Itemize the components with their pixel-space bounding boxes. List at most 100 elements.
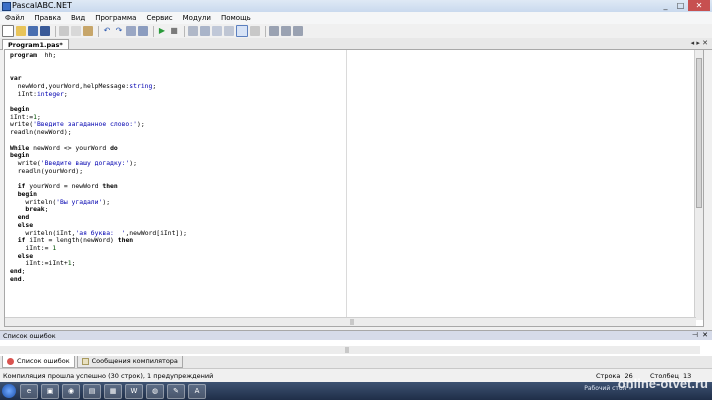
code-line[interactable]: readln(newWord);: [10, 128, 187, 137]
code-line[interactable]: [10, 60, 187, 68]
taskbar-pascal-icon[interactable]: A: [188, 383, 206, 399]
code-token: ;: [44, 205, 49, 214]
taskbar-app-icon[interactable]: ▦: [104, 383, 122, 399]
toolbar-separator: [153, 25, 154, 37]
window-title: PascalABC.NET: [12, 1, 72, 10]
layout-icon[interactable]: [281, 26, 291, 36]
type-token: integer: [36, 89, 64, 98]
taskbar-app-icon[interactable]: ▤: [83, 383, 101, 399]
tab-error-list-label: Список ошибок: [17, 357, 70, 365]
save-icon[interactable]: [28, 26, 38, 36]
step-into-icon[interactable]: [224, 26, 234, 36]
paste-icon[interactable]: [83, 26, 93, 36]
start-button[interactable]: [2, 384, 16, 398]
open-icon[interactable]: [16, 26, 26, 36]
minimize-button[interactable]: _: [658, 0, 673, 11]
code-token: .: [21, 274, 26, 283]
menu-program[interactable]: Программа: [90, 14, 141, 22]
toolbar: ↶ ↷ ▶ ■: [0, 24, 712, 38]
tab-compiler-messages[interactable]: Сообщения компилятора: [76, 356, 183, 368]
status-bar: Компиляция прошла успешно (30 строк), 1 …: [0, 368, 712, 383]
undo-icon[interactable]: ↶: [102, 26, 112, 36]
run-icon[interactable]: ▶: [157, 26, 167, 36]
cut-icon[interactable]: [59, 26, 69, 36]
taskbar: e ▣ ◉ ▤ ▦ W ◍ ✎ A Рабочий стол » online-…: [0, 376, 712, 400]
menu-file[interactable]: Файл: [0, 14, 29, 22]
code-line[interactable]: break;: [10, 206, 187, 214]
find-icon[interactable]: [126, 26, 136, 36]
keyword-token: end: [10, 274, 22, 283]
menu-bar: Файл Правка Вид Программа Сервис Модули …: [0, 12, 712, 24]
code-line[interactable]: iInt:= 1: [10, 244, 187, 253]
code-token: newWord <> yourWord: [29, 143, 111, 152]
menu-help[interactable]: Помощь: [216, 14, 256, 22]
compile-icon[interactable]: [188, 26, 198, 36]
code-line[interactable]: While newWord <> yourWord do: [10, 143, 187, 153]
taskbar-ie-icon[interactable]: e: [20, 383, 38, 399]
menu-edit[interactable]: Правка: [29, 14, 66, 22]
maximize-button[interactable]: □: [673, 0, 688, 11]
new-file-icon[interactable]: [2, 25, 14, 37]
bottom-tabs: Список ошибок Сообщения компилятора: [0, 356, 712, 368]
taskbar-paint-icon[interactable]: ✎: [167, 383, 185, 399]
taskbar-word-icon[interactable]: W: [125, 383, 143, 399]
scrollbar-thumb[interactable]: [345, 347, 349, 353]
close-button[interactable]: ✕: [688, 0, 710, 11]
save-all-icon[interactable]: [40, 26, 50, 36]
scrollbar-thumb[interactable]: [350, 319, 354, 325]
code-token: ,newWord[iInt]);: [125, 228, 188, 237]
title-bar: PascalABC.NET _ □ ✕: [0, 0, 712, 12]
status-message: Компиляция прошла успешно (30 строк), 1 …: [3, 372, 214, 380]
form-designer-icon[interactable]: [250, 26, 260, 36]
code-line[interactable]: [10, 67, 187, 75]
errors-horizontal-scrollbar[interactable]: [0, 346, 700, 354]
editor-horizontal-scrollbar[interactable]: [5, 317, 696, 326]
code-line[interactable]: iInt:integer;: [10, 89, 187, 99]
code-line[interactable]: end;: [10, 267, 187, 276]
keyword-token: program: [10, 51, 37, 59]
code-token: hh;: [36, 51, 57, 59]
type-token: string: [129, 81, 153, 90]
copy-icon[interactable]: [71, 26, 81, 36]
code-token: readln(newWord);: [10, 128, 72, 137]
editor-vertical-scrollbar[interactable]: [694, 50, 703, 320]
code-line[interactable]: readln(yourWord);: [10, 166, 187, 176]
keyword-token: then: [102, 182, 118, 191]
code-line[interactable]: iInt:=iInt+1;: [10, 260, 187, 268]
stop-icon[interactable]: ■: [169, 26, 179, 36]
layout-icon[interactable]: [269, 26, 279, 36]
menu-view[interactable]: Вид: [66, 14, 90, 22]
code-token: readln(yourWord);: [10, 166, 84, 175]
pin-icon[interactable]: ⊣: [692, 331, 698, 339]
step-over-icon[interactable]: [212, 26, 222, 36]
menu-service[interactable]: Сервис: [141, 14, 177, 22]
taskbar-chrome-icon[interactable]: ◉: [62, 383, 80, 399]
replace-icon[interactable]: [138, 26, 148, 36]
code-line[interactable]: program hh;: [10, 51, 187, 60]
code-line[interactable]: end.: [10, 274, 187, 284]
debug-icon[interactable]: [200, 26, 210, 36]
toolbar-separator: [55, 25, 56, 37]
watermark: online-otvet.ru: [617, 376, 708, 391]
app-icon: [2, 2, 11, 11]
layout-icon[interactable]: [293, 26, 303, 36]
code-token: );: [136, 120, 145, 129]
menu-modules[interactable]: Модули: [178, 14, 216, 22]
line-label: Строка: [596, 372, 621, 380]
code-editor[interactable]: program hh; var newWord,yourWord,helpMes…: [4, 49, 704, 327]
tab-navigation[interactable]: ◂ ▸ ✕: [691, 39, 708, 47]
close-icon[interactable]: ✕: [702, 331, 708, 339]
code-token: ;: [152, 81, 157, 90]
right-margin-line: [346, 50, 347, 320]
taskbar-app-icon[interactable]: ◍: [146, 383, 164, 399]
code-text[interactable]: program hh; var newWord,yourWord,helpMes…: [10, 51, 188, 284]
code-line[interactable]: end: [10, 213, 187, 222]
code-line[interactable]: [10, 98, 187, 106]
redo-icon[interactable]: ↷: [114, 26, 124, 36]
taskbar-explorer-icon[interactable]: ▣: [41, 383, 59, 399]
tab-error-list[interactable]: Список ошибок: [2, 356, 75, 368]
scrollbar-thumb[interactable]: [696, 58, 702, 208]
toolbar-separator: [184, 25, 185, 37]
output-window-icon[interactable]: [236, 25, 248, 37]
code-token: iInt:: [10, 89, 37, 98]
